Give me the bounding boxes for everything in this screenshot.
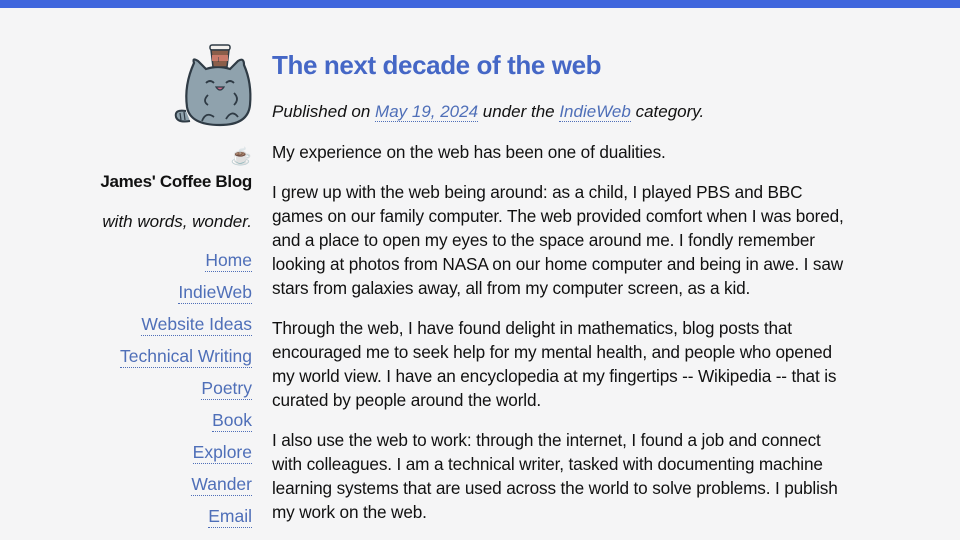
nav-link-label: Technical Writing (120, 346, 252, 368)
nav-link-label: Website Ideas (141, 314, 252, 336)
post-category-link[interactable]: IndieWeb (559, 102, 631, 122)
post-meta: Published on May 19, 2024 under the Indi… (272, 100, 852, 124)
nav-link-home[interactable]: Home (205, 250, 252, 282)
nav-link-email[interactable]: Email (208, 506, 252, 538)
post-paragraph: Through the web, I have found delight in… (272, 318, 837, 410)
nav-link-label: Email (208, 506, 252, 528)
nav-link-indieweb[interactable]: IndieWeb (178, 282, 252, 314)
nav-link-technical-writing[interactable]: Technical Writing (120, 346, 252, 378)
coffee-emoji-icon: ☕ (230, 147, 252, 166)
svg-text:J: J (217, 57, 219, 63)
nav-link-label: Poetry (201, 378, 252, 400)
post-title: The next decade of the web (272, 50, 602, 80)
nav-link-website-ideas[interactable]: Website Ideas (141, 314, 252, 346)
site-title[interactable]: James' Coffee Blog (100, 172, 252, 192)
post-content: The next decade of the web Published on … (272, 45, 852, 540)
sidebar-nav: Home IndieWeb Website Ideas Technical Wr… (120, 250, 252, 538)
meta-suffix: category. (630, 102, 705, 121)
nav-link-explore[interactable]: Explore (192, 442, 252, 474)
meta-prefix: Published on (272, 102, 376, 121)
nav-link-label: Wander (191, 474, 252, 496)
post-paragraph: My experience on the web has been one of… (272, 142, 666, 162)
meta-middle: under the (478, 102, 560, 121)
nav-link-poetry[interactable]: Poetry (201, 378, 252, 410)
nav-link-label: Home (205, 250, 252, 272)
nav-link-book[interactable]: Book (212, 410, 252, 442)
coffee-cat-icon[interactable]: J (172, 43, 254, 129)
nav-link-wander[interactable]: Wander (191, 474, 252, 506)
post-paragraph: I also use the web to work: through the … (272, 430, 838, 522)
nav-link-label: IndieWeb (178, 282, 252, 304)
top-accent-bar (0, 0, 960, 8)
post-paragraph: I grew up with the web being around: as … (272, 182, 844, 298)
post-date-link[interactable]: May 19, 2024 (375, 102, 479, 122)
nav-link-label: Book (212, 410, 252, 432)
nav-link-label: Explore (192, 442, 252, 464)
site-tagline: with words, wonder. (102, 212, 252, 231)
